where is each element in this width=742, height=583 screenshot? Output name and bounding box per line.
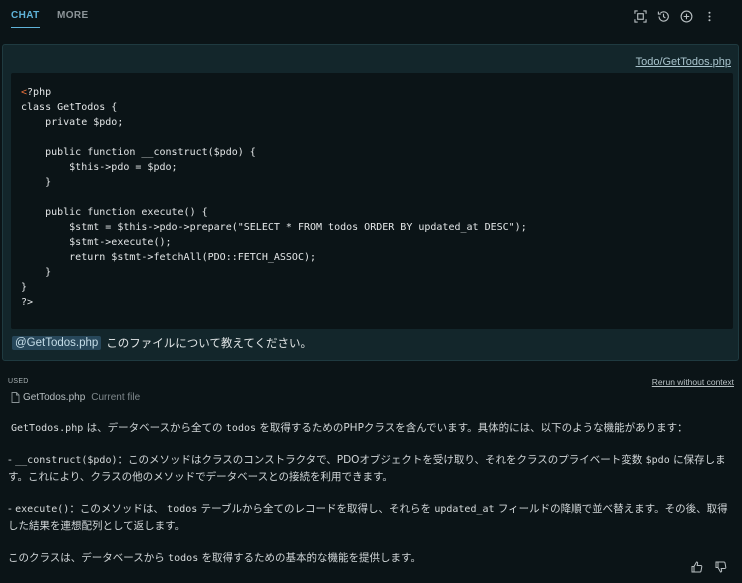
answer-text: を取得するためのPHPクラスを含んでいます。具体的には、以下のような機能がありま…	[256, 422, 688, 434]
assistant-answer: GetTodos.php は、データベースから全ての todos を取得するため…	[8, 420, 736, 582]
answer-text: ：このメソッドはクラスのコンストラクタで、PDOオブジェクトを受け取り、それをク…	[117, 454, 646, 466]
used-context-label: USED	[8, 378, 29, 385]
used-file-item[interactable]: GetTodos.php Current file	[11, 392, 140, 403]
rerun-without-context-link[interactable]: Rerun without context	[652, 377, 734, 387]
answer-paragraph: このクラスは、データベースから todos を取得するための基本的な機能を提供し…	[8, 550, 736, 567]
answer-paragraph: GetTodos.php は、データベースから全ての todos を取得するため…	[8, 420, 736, 437]
answer-text: このクラスは、データベースから	[8, 552, 169, 564]
user-message-panel: Todo/GetTodos.php <?php class GetTodos {…	[2, 44, 739, 361]
answer-paragraph: - execute()：このメソッドは、 todos テーブルから全てのレコード…	[8, 501, 736, 535]
toolbar	[633, 9, 716, 23]
answer-text: を取得するための基本的な機能を提供します。	[198, 552, 422, 564]
answer-text: は、データベースから全ての	[83, 422, 226, 434]
inline-code: todos	[168, 553, 199, 564]
file-mention-chip[interactable]: @GetTodos.php	[12, 336, 102, 350]
feedback-buttons	[690, 560, 728, 574]
thumbs-up-icon[interactable]	[690, 560, 704, 574]
answer-paragraph: - __construct($pdo)：このメソッドはクラスのコンストラクタで、…	[8, 452, 736, 486]
inline-code: $pdo	[645, 455, 670, 466]
prompt-text: このファイルについて教えてください。	[106, 338, 313, 350]
answer-text: テーブルから全てのレコードを取得し、それらを	[197, 503, 435, 515]
prompt-line: @GetTodos.php このファイルについて教えてください。	[12, 335, 312, 351]
history-icon[interactable]	[656, 9, 670, 23]
inline-code: todos	[167, 504, 198, 515]
code-file-link[interactable]: Todo/GetTodos.php	[636, 56, 731, 68]
inline-code: GetTodos.php	[11, 423, 84, 434]
code-content: <?php class GetTodos { private $pdo; pub…	[21, 87, 527, 308]
used-file-name: GetTodos.php	[23, 392, 86, 403]
code-block: <?php class GetTodos { private $pdo; pub…	[11, 73, 733, 329]
file-icon	[11, 392, 20, 403]
new-chat-icon[interactable]	[679, 9, 693, 23]
inline-code: execute()	[15, 504, 70, 515]
answer-text: ：このメソッドは、	[69, 503, 168, 515]
tab-bar: CHAT MORE	[0, 0, 742, 34]
inline-code: updated_at	[434, 504, 495, 515]
thumbs-down-icon[interactable]	[714, 560, 728, 574]
expand-icon[interactable]	[633, 9, 647, 23]
more-icon[interactable]	[702, 9, 716, 23]
tab-more[interactable]: MORE	[57, 10, 89, 21]
inline-code: todos	[225, 423, 257, 434]
inline-code: __construct($pdo)	[15, 455, 118, 466]
used-file-tag: Current file	[91, 392, 141, 403]
tab-chat[interactable]: CHAT	[11, 10, 40, 28]
php-open-bracket: <	[21, 87, 28, 98]
